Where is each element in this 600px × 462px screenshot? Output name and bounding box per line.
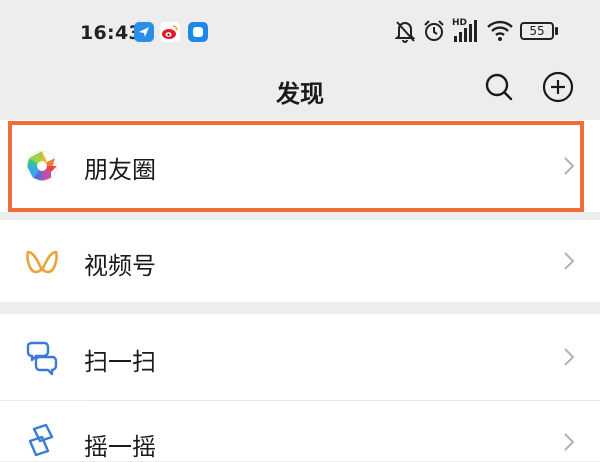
scan-icon xyxy=(26,341,58,376)
chevron-right-icon xyxy=(564,157,575,175)
add-button[interactable] xyxy=(541,70,575,104)
mute-bell-icon xyxy=(394,21,416,43)
search-icon xyxy=(485,73,513,101)
battery-tip xyxy=(555,27,558,35)
moments-aperture-icon xyxy=(26,150,58,182)
weibo-app-icon xyxy=(160,22,180,42)
list-item-scan[interactable]: 扫一扫 xyxy=(0,314,600,400)
battery-level: 55 xyxy=(529,24,545,38)
search-button[interactable] xyxy=(482,70,516,104)
chevron-right-icon xyxy=(564,348,575,366)
channels-icon xyxy=(26,250,58,274)
list-item-label: 朋友圈 xyxy=(84,156,156,184)
list-item-label: 摇一摇 xyxy=(84,433,156,461)
message-app-icon xyxy=(188,22,208,42)
navigation-app-icon xyxy=(134,22,154,42)
status-time: 16:43 xyxy=(80,22,142,44)
wifi-icon xyxy=(487,20,513,41)
alarm-icon xyxy=(424,20,444,41)
list-item-shake[interactable]: 摇一摇 xyxy=(0,401,600,461)
page-header: 发现 xyxy=(0,68,600,110)
chevron-right-icon xyxy=(564,252,575,270)
list-item-label: 扫一扫 xyxy=(84,348,156,376)
shake-icon xyxy=(28,423,54,457)
signal-icon xyxy=(454,20,477,42)
battery-icon: 55 xyxy=(520,22,554,40)
list-item-moments[interactable]: 朋友圈 xyxy=(0,120,600,212)
list-item-channels[interactable]: 视频号 xyxy=(0,220,600,302)
status-bar: 16:43 HD 55 xyxy=(0,0,600,68)
add-circle-icon xyxy=(542,71,574,103)
list-item-label: 视频号 xyxy=(84,252,156,280)
